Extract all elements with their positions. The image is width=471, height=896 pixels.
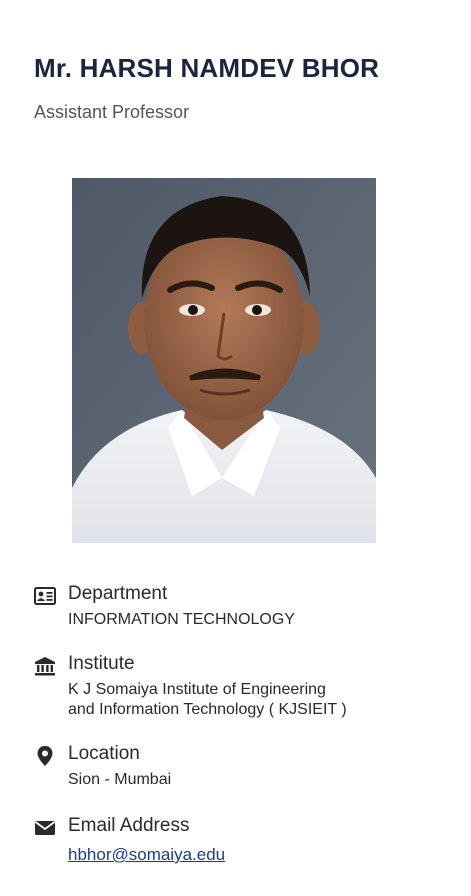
location-label: Location xyxy=(68,743,140,764)
department-value: INFORMATION TECHNOLOGY xyxy=(68,611,295,628)
location-value: Sion - Mumbai xyxy=(68,771,172,788)
institute-value-line1: K J Somaiya Institute of Engineering xyxy=(68,681,326,698)
faculty-name: Mr. HARSH NAMDEV BHOR xyxy=(34,53,380,83)
institute-label: Institute xyxy=(68,653,135,674)
institution-building-icon xyxy=(34,655,56,677)
institute-value-line2: and Information Technology ( KJSIEIT ) xyxy=(68,701,347,718)
map-pin-icon xyxy=(34,745,56,767)
institute-value: K J Somaiya Institute of Engineering and… xyxy=(68,680,347,720)
email-value: hbhor@somaiya.edu xyxy=(68,845,225,865)
faculty-profile-card: Mr. HARSH NAMDEV BHOR Assistant Professo… xyxy=(0,0,471,896)
email-label: Email Address xyxy=(68,815,190,836)
faculty-photo xyxy=(72,178,376,543)
faculty-designation: Assistant Professor xyxy=(34,102,190,122)
email-link[interactable]: hbhor@somaiya.edu xyxy=(68,845,225,864)
department-label: Department xyxy=(68,583,168,604)
envelope-icon xyxy=(34,817,56,839)
id-card-icon xyxy=(34,585,56,607)
